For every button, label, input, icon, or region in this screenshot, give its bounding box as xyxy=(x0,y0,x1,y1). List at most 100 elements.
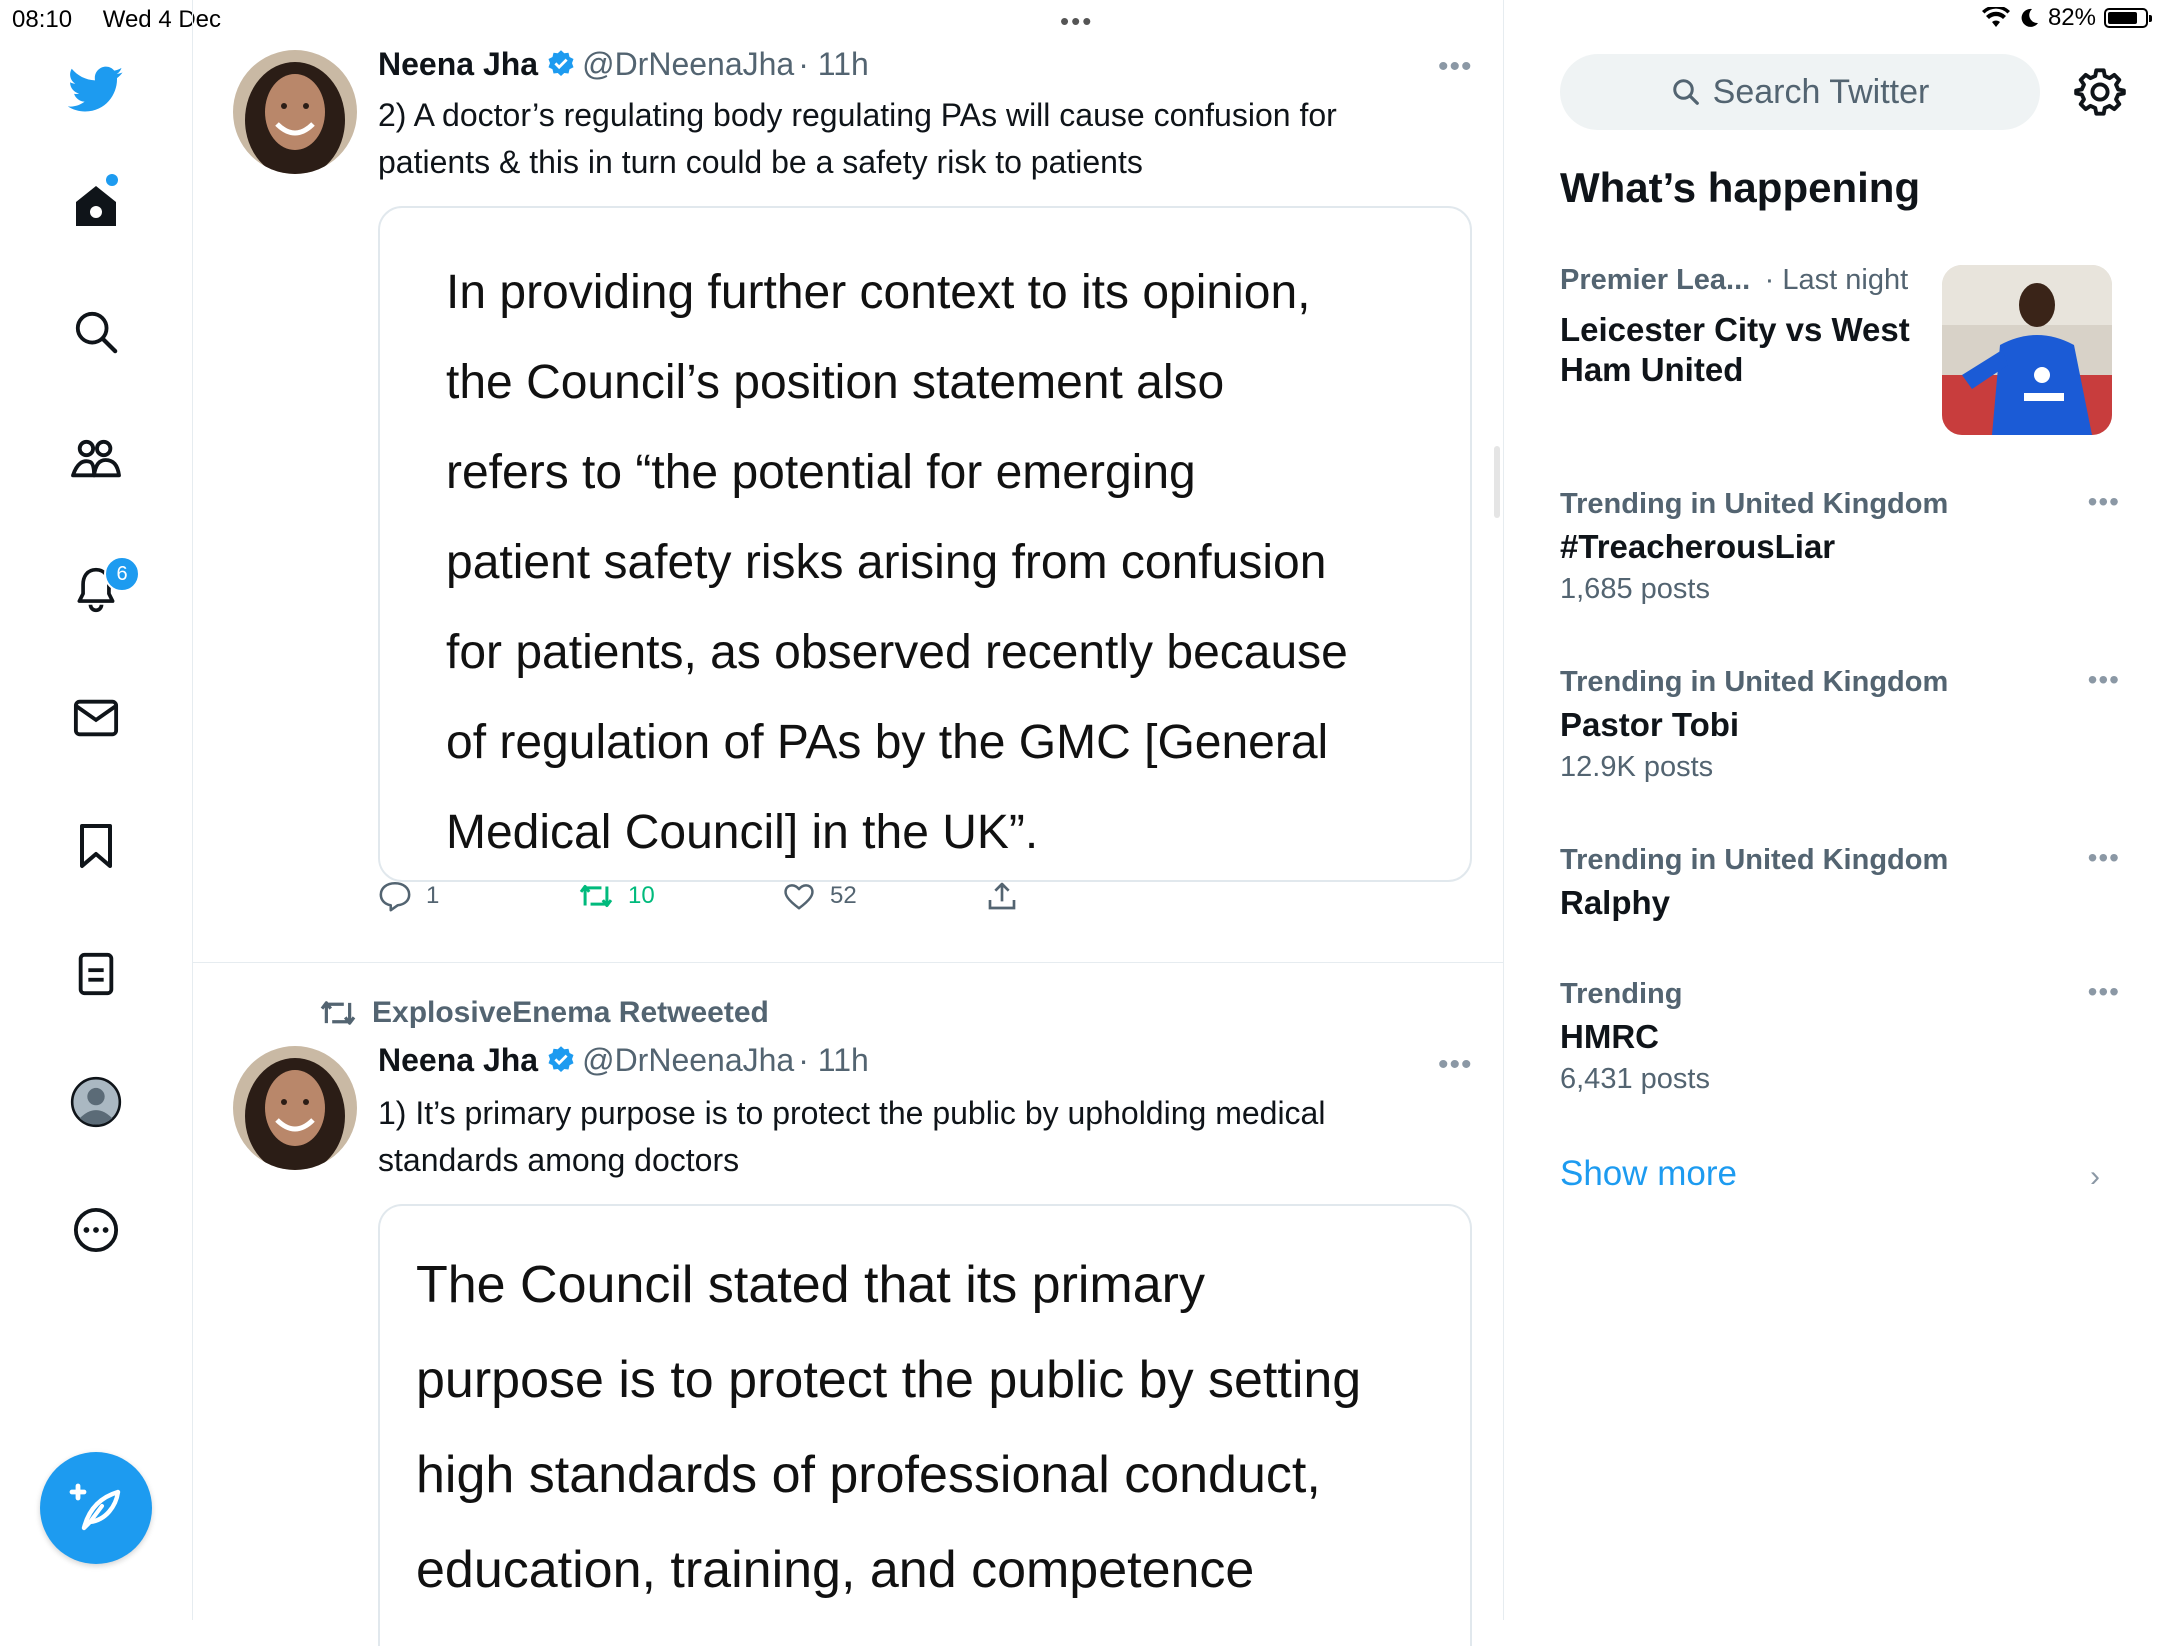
tweet-time[interactable]: · 11h xyxy=(798,46,869,82)
battery-percent: 82% xyxy=(2047,4,2096,31)
share-icon xyxy=(988,882,1016,910)
communities-icon[interactable] xyxy=(66,430,126,490)
battery-icon xyxy=(2104,8,2152,28)
chevron-right-icon[interactable]: › xyxy=(2090,1160,2100,1194)
more-circle-icon[interactable] xyxy=(66,1200,126,1260)
do-not-disturb-moon-icon xyxy=(2021,8,2038,27)
profile-icon[interactable] xyxy=(66,1072,126,1132)
trend-count: 6,431 posts xyxy=(1560,1063,1710,1095)
lists-icon[interactable] xyxy=(66,944,126,1004)
explore-search-icon[interactable] xyxy=(66,302,126,362)
tweet-more-options-icon[interactable]: ••• xyxy=(1438,1048,1473,1082)
featured-trend[interactable]: Premier Lea... · Last night xyxy=(1560,264,1908,297)
quote-line: patient safety risks arising from confus… xyxy=(446,536,1327,589)
notifications-badge: 6 xyxy=(104,556,140,592)
search-placeholder: Search Twitter xyxy=(1712,72,1930,111)
trend-context: Trending in United Kingdom xyxy=(1560,844,1949,876)
featured-title[interactable]: Leicester City vs West Ham United xyxy=(1560,310,1910,390)
share-button[interactable] xyxy=(986,880,1018,912)
status-bar-right: 82% xyxy=(1981,4,2152,32)
whats-happening-title: What’s happening xyxy=(1560,164,1921,211)
trend-item[interactable]: Trending in United Kingdom Ralphy ••• xyxy=(1560,842,2120,923)
quote-line: education, training, and competence xyxy=(416,1541,1255,1599)
featured-title-line: Leicester City vs West xyxy=(1560,311,1910,348)
reply-icon xyxy=(379,881,411,912)
attached-image-card[interactable]: In providing further context to its opin… xyxy=(378,206,1472,882)
like-count: 52 xyxy=(830,882,857,909)
author-name[interactable]: Neena Jha xyxy=(378,1042,538,1078)
featured-trend-image[interactable] xyxy=(1942,265,2112,435)
quote-line: refers to “the potential for emerging xyxy=(446,446,1196,499)
wifi-icon xyxy=(1981,7,2010,27)
trend-item[interactable]: Trending in United Kingdom #TreacherousL… xyxy=(1560,486,2120,606)
quote-line: purpose is to protect the public by sett… xyxy=(416,1351,1362,1409)
quote-line: high standards of professional conduct, xyxy=(416,1446,1321,1504)
verified-badge-icon xyxy=(548,1046,574,1072)
trend-title: #TreacherousLiar xyxy=(1560,528,1836,565)
trend-item[interactable]: Trending HMRC 6,431 posts ••• xyxy=(1560,976,2120,1096)
show-more-link[interactable]: Show more xyxy=(1560,1154,1737,1194)
quote-line: The Council stated that its primary xyxy=(416,1256,1205,1314)
trend-title: Ralphy xyxy=(1560,884,1671,921)
reply-button[interactable]: 1 xyxy=(378,880,439,912)
tweet-header: Neena Jha @DrNeenaJha · 11h xyxy=(378,1042,869,1079)
tweet-text-line: patients & this in turn could be a safet… xyxy=(378,144,1143,180)
compose-tweet-button[interactable] xyxy=(40,1452,152,1564)
search-input[interactable]: Search Twitter xyxy=(1560,54,2040,130)
trend-context: Trending in United Kingdom xyxy=(1560,488,1949,520)
tweet-text: 2) A doctor’s regulating body regulating… xyxy=(378,92,1337,186)
retweet-context-icon xyxy=(320,1001,356,1025)
quote-line: Medical Council] in the UK”. xyxy=(446,806,1039,859)
messages-mail-icon[interactable] xyxy=(66,688,126,748)
heart-icon xyxy=(784,884,814,910)
attached-image-card[interactable]: The Council stated that its primary purp… xyxy=(378,1204,1472,1646)
retweet-icon xyxy=(579,884,613,908)
tweet-header: Neena Jha @DrNeenaJha · 11h xyxy=(378,46,869,83)
home-icon[interactable] xyxy=(66,176,126,236)
tweet-text-line: 2) A doctor’s regulating body regulating… xyxy=(378,97,1337,133)
trend-title: HMRC xyxy=(1560,1018,1659,1055)
tweet-text-line: 1) It’s primary purpose is to protect th… xyxy=(378,1095,1326,1131)
author-name[interactable]: Neena Jha xyxy=(378,46,538,82)
bookmarks-icon[interactable] xyxy=(66,816,126,876)
sidebar-nav: 6 xyxy=(0,0,193,1620)
trend-title: Pastor Tobi xyxy=(1560,706,1740,743)
tweet-text-line: standards among doctors xyxy=(378,1142,740,1178)
verified-badge-icon xyxy=(548,50,574,76)
trend-context: Trending in United Kingdom xyxy=(1560,666,1949,698)
tweet-divider xyxy=(193,962,1503,963)
search-icon xyxy=(1672,79,1699,105)
scrollbar-indicator[interactable] xyxy=(1494,446,1500,518)
author-handle[interactable]: @DrNeenaJha xyxy=(582,46,794,82)
retweeted-by-label[interactable]: ExplosiveEnema Retweeted xyxy=(372,996,769,1030)
quote-line: In providing further context to its opin… xyxy=(446,266,1311,319)
trend-count: 1,685 posts xyxy=(1560,573,1710,605)
trend-count: 12.9K posts xyxy=(1560,751,1714,783)
compose-feather-icon xyxy=(69,1483,121,1531)
twitter-logo-icon[interactable] xyxy=(66,60,126,120)
featured-time: · Last night xyxy=(1764,264,1909,296)
like-button[interactable]: 52 xyxy=(782,881,857,911)
featured-category: Premier Lea... xyxy=(1560,264,1751,296)
trend-more-icon[interactable]: ••• xyxy=(2088,486,2120,518)
featured-title-line: Ham United xyxy=(1560,351,1744,388)
retweet-count: 10 xyxy=(628,882,655,909)
quote-line: the Council’s position statement also xyxy=(446,356,1225,409)
author-handle[interactable]: @DrNeenaJha xyxy=(582,1042,794,1078)
tweet-more-options-icon[interactable]: ••• xyxy=(1438,50,1473,84)
quote-line: for patients, as observed recently becau… xyxy=(446,626,1348,679)
reply-count: 1 xyxy=(426,882,440,909)
trend-context: Trending xyxy=(1560,978,1683,1010)
retweet-button[interactable]: 10 xyxy=(578,881,655,911)
tweet-time[interactable]: · 11h xyxy=(798,1042,869,1078)
avatar[interactable] xyxy=(233,50,357,174)
trend-more-icon[interactable]: ••• xyxy=(2088,976,2120,1008)
avatar[interactable] xyxy=(233,1046,357,1170)
settings-gear-icon[interactable] xyxy=(2074,66,2126,118)
trend-item[interactable]: Trending in United Kingdom Pastor Tobi 1… xyxy=(1560,664,2120,784)
quote-line: of regulation of PAs by the GMC [General xyxy=(446,716,1329,769)
tweet-text: 1) It’s primary purpose is to protect th… xyxy=(378,1090,1325,1184)
retweet-context: ExplosiveEnema Retweeted xyxy=(318,996,769,1030)
trend-more-icon[interactable]: ••• xyxy=(2088,842,2120,874)
trend-more-icon[interactable]: ••• xyxy=(2088,664,2120,696)
